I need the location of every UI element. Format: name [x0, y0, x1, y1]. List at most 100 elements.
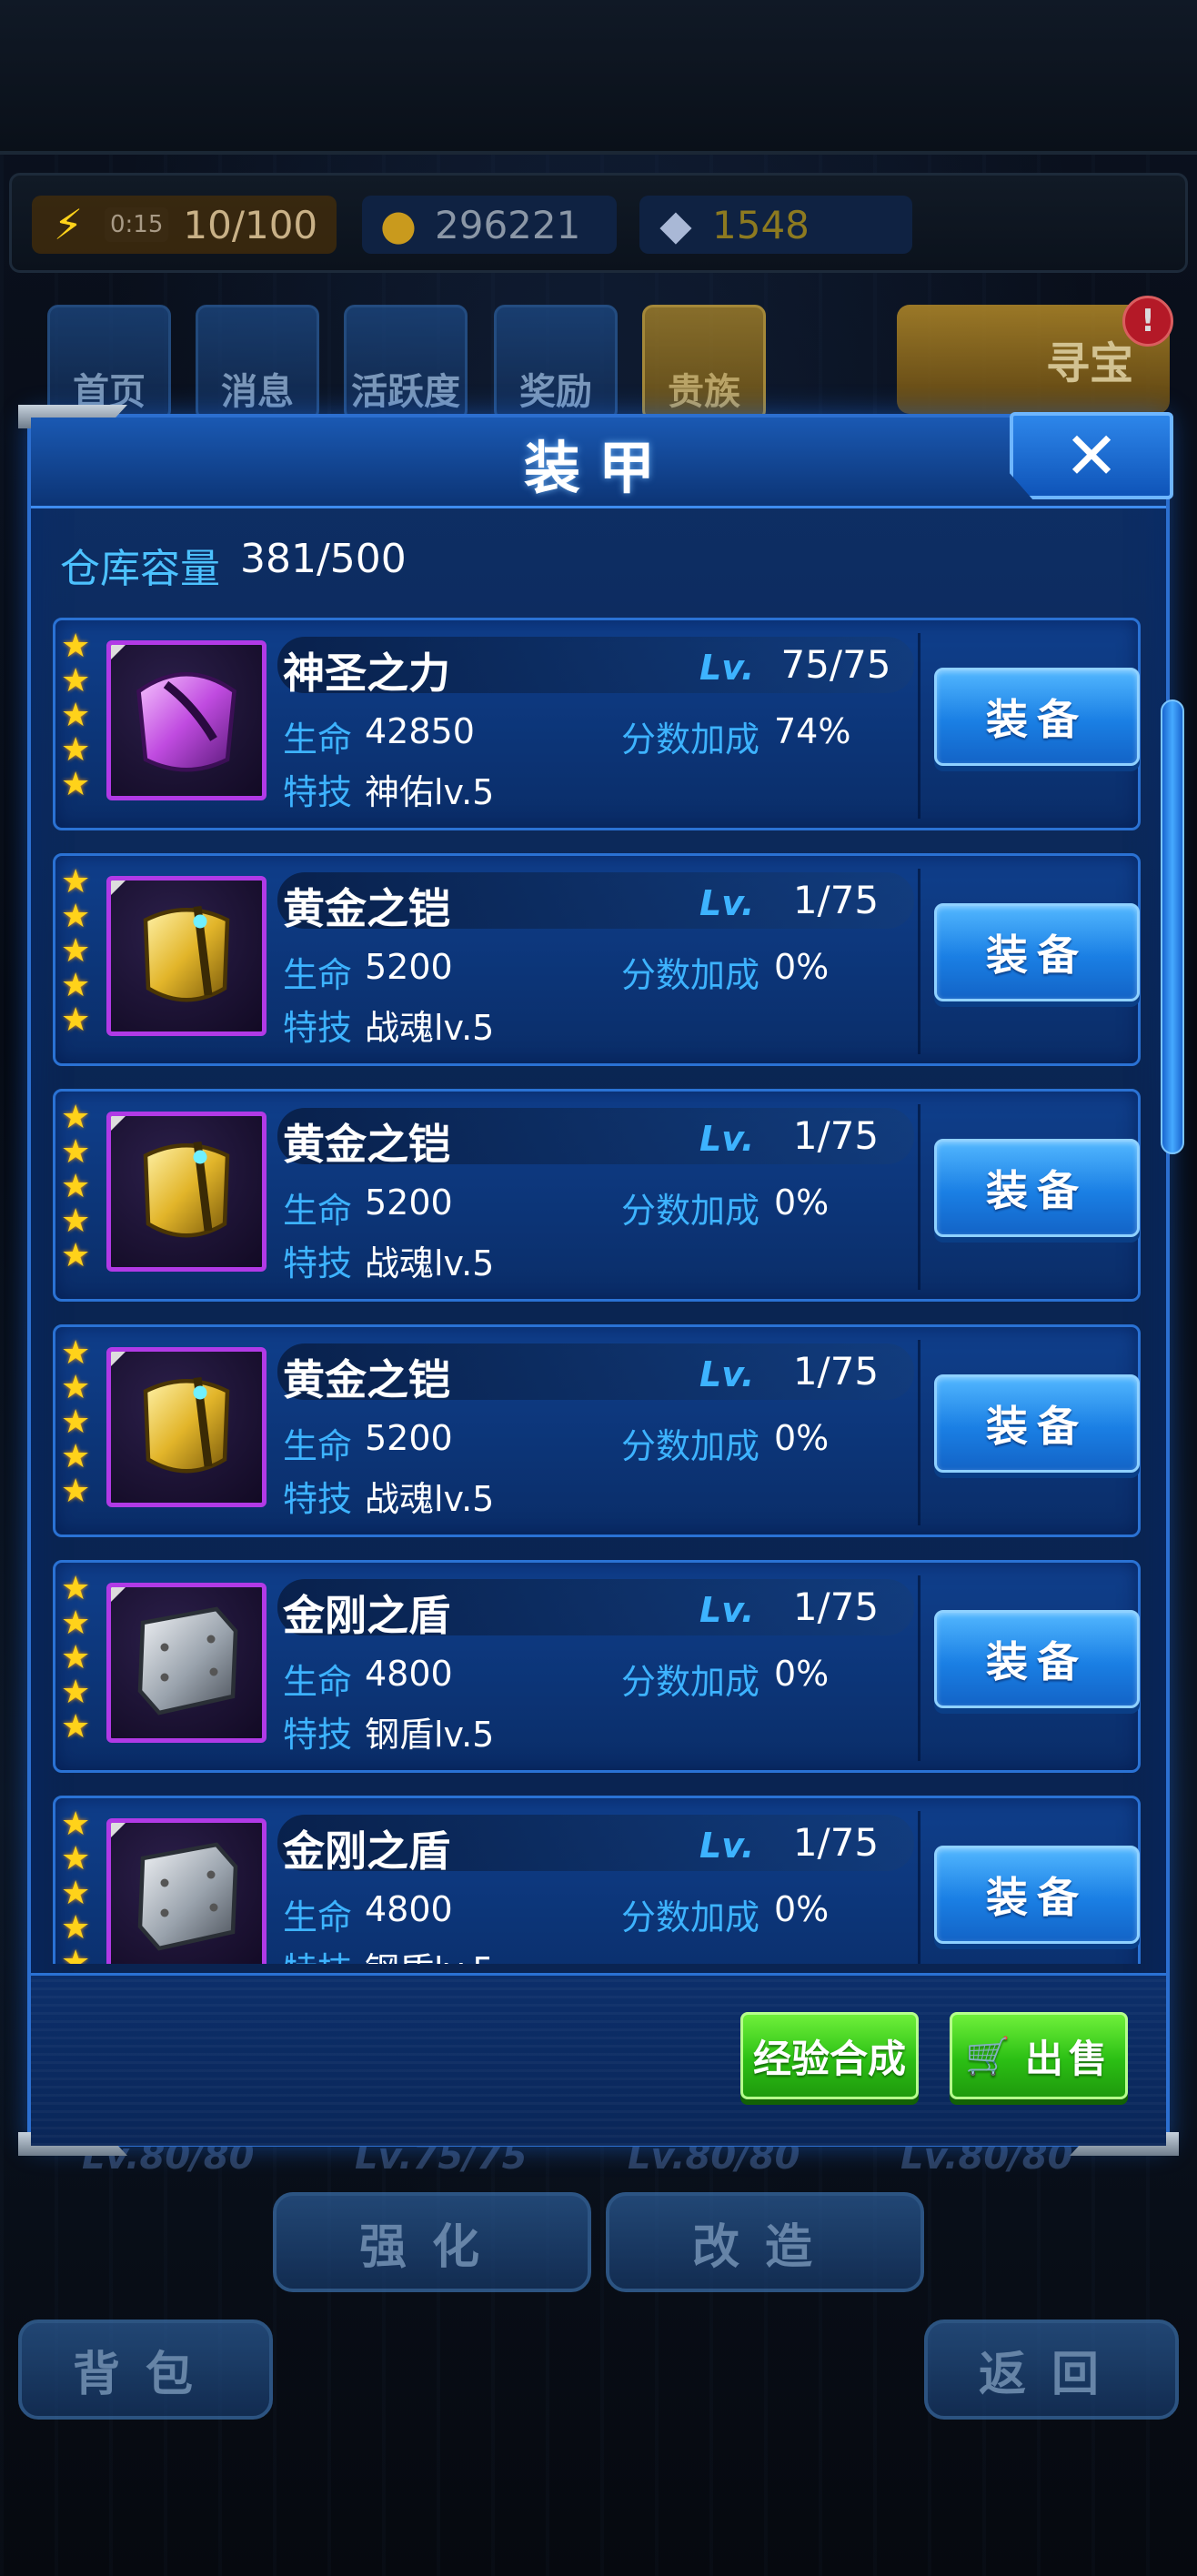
- equip-button[interactable]: 装备: [934, 668, 1140, 766]
- hp-label: 生命: [283, 1897, 353, 1937]
- energy-resource[interactable]: ⚡ 0:15 10/100: [32, 196, 337, 254]
- star-rating: ★ ★ ★ ★ ★: [61, 1101, 97, 1273]
- level-label: Lv.: [699, 1590, 755, 1630]
- treasure-label: 寻宝: [1045, 338, 1133, 389]
- sell-button[interactable]: 🛒 出售: [950, 2012, 1128, 2099]
- nav-home[interactable]: 首页: [47, 305, 171, 421]
- gem-value: 1548: [712, 202, 810, 247]
- enhance-button[interactable]: 强化: [273, 2192, 591, 2292]
- skill-label: 特技: [283, 1942, 352, 1964]
- score-bonus-value: 0%: [774, 1182, 830, 1223]
- skill-value: 战魂lv.5: [365, 1243, 495, 1283]
- nav-rewards[interactable]: 奖励: [494, 305, 618, 421]
- armor-thumbnail[interactable]: [106, 1818, 267, 1964]
- resource-bar: ⚡ 0:15 10/100 ● 296221 ◆ 1548: [9, 173, 1188, 273]
- equip-button[interactable]: 装备: [934, 1374, 1140, 1473]
- backpack-button[interactable]: 背包: [18, 2319, 273, 2420]
- star-icon: ★: [61, 1639, 91, 1676]
- hp-label: 生命: [283, 1191, 353, 1231]
- star-icon: ★: [61, 1840, 91, 1877]
- thumbnail-corner: [111, 1823, 126, 1837]
- score-bonus-label: 分数加成: [621, 955, 760, 995]
- armor-thumbnail[interactable]: [106, 640, 267, 800]
- star-icon: ★: [61, 766, 91, 803]
- gold-armor-icon: [118, 1122, 255, 1262]
- exp-synthesis-button[interactable]: 经验合成: [740, 2012, 919, 2099]
- gem-resource[interactable]: ◆ 1548: [639, 196, 912, 254]
- purple-armor-icon: [118, 650, 255, 790]
- star-rating: ★ ★ ★ ★ ★: [61, 1807, 97, 1965]
- armor-thumbnail[interactable]: [106, 1112, 267, 1272]
- hp-value: 5200: [365, 947, 453, 987]
- level-label: Lv.: [699, 1119, 755, 1159]
- level-label: Lv.: [699, 883, 755, 923]
- score-bonus-label: 分数加成: [621, 1897, 760, 1937]
- score-bonus-label: 分数加成: [621, 719, 760, 760]
- top-nav: 首页 消息 活跃度 奖励 贵族 寻宝 !: [0, 296, 1197, 423]
- star-icon: ★: [61, 863, 91, 901]
- skill-value: 钢盾lv.5: [365, 1942, 494, 1964]
- storage-capacity: 仓库容量 381/500: [60, 536, 407, 594]
- skill-value: 神佑lv.5: [365, 772, 495, 812]
- thumbnail-corner: [111, 645, 126, 659]
- scrollbar[interactable]: [1161, 699, 1186, 1927]
- gold-value: 296221: [435, 202, 581, 247]
- equip-button[interactable]: 装备: [934, 1610, 1140, 1708]
- modal-title: 装甲: [523, 435, 673, 501]
- armor-thumbnail[interactable]: [106, 1583, 267, 1743]
- divider: [918, 1811, 920, 1964]
- modify-button[interactable]: 改造: [606, 2192, 924, 2292]
- star-icon: ★: [61, 697, 91, 734]
- star-icon: ★: [61, 662, 91, 699]
- nav-nobility[interactable]: 贵族: [642, 305, 766, 421]
- star-icon: ★: [61, 1473, 91, 1510]
- nav-activity[interactable]: 活跃度: [344, 305, 468, 421]
- star-icon: ★: [61, 1237, 91, 1274]
- star-icon: ★: [61, 1438, 91, 1475]
- treasure-button[interactable]: 寻宝 !: [897, 296, 1173, 414]
- energy-value: 10/100: [183, 202, 318, 247]
- level-value: 1/75: [792, 878, 880, 922]
- score-bonus-label: 分数加成: [621, 1662, 760, 1702]
- star-icon: ★: [61, 628, 91, 665]
- close-icon: ✕: [1063, 418, 1120, 494]
- armor-thumbnail[interactable]: [106, 876, 267, 1036]
- star-rating: ★ ★ ★ ★ ★: [61, 629, 97, 802]
- level-value: 1/75: [792, 1585, 880, 1629]
- equip-button[interactable]: 装备: [934, 903, 1140, 1001]
- close-button[interactable]: ✕: [1010, 412, 1173, 499]
- score-bonus-value: 0%: [774, 947, 830, 987]
- skill-label: 特技: [283, 1008, 353, 1048]
- capacity-value: 381/500: [240, 536, 407, 582]
- thumbnail-corner: [111, 1587, 126, 1602]
- level-label: Lv.: [699, 1826, 755, 1866]
- level-value: 1/75: [792, 1113, 880, 1158]
- nav-messages[interactable]: 消息: [196, 305, 319, 421]
- thumbnail-corner: [111, 1116, 126, 1131]
- divider: [918, 1575, 920, 1761]
- return-button[interactable]: 返回: [924, 2319, 1179, 2420]
- divider: [918, 869, 920, 1054]
- score-bonus-label: 分数加成: [621, 1191, 760, 1231]
- armor-thumbnail[interactable]: [106, 1347, 267, 1507]
- hp-label: 生命: [283, 955, 353, 995]
- star-icon: ★: [61, 1674, 91, 1711]
- star-icon: ★: [61, 1708, 91, 1746]
- modal-footer: 经验合成 🛒 出售: [31, 1973, 1166, 2146]
- armor-name: 神圣之力: [283, 649, 450, 698]
- star-icon: ★: [61, 1944, 91, 1965]
- level-label: Lv.: [699, 648, 755, 688]
- score-bonus-value: 74%: [774, 711, 851, 751]
- level-value: 75/75: [780, 642, 891, 687]
- armor-list[interactable]: ★ ★ ★ ★ ★ 神圣之力 Lv. 75/75 生命 42850 分数加成 74% 特…: [53, 618, 1141, 1964]
- skill-label: 特技: [283, 1243, 353, 1283]
- armor-name: 黄金之铠: [283, 1120, 450, 1169]
- star-rating: ★ ★ ★ ★ ★: [61, 865, 97, 1038]
- equip-button[interactable]: 装备: [934, 1139, 1140, 1237]
- top-banner: [0, 0, 1197, 155]
- scrollbar-thumb[interactable]: [1161, 699, 1184, 1154]
- gold-resource[interactable]: ● 296221: [362, 196, 617, 254]
- armor-item-5: ★ ★ ★ ★ ★ 金刚之盾 Lv. 1/75 生命 4800 分数加成 0% 特技 钢…: [53, 1560, 1141, 1773]
- star-icon: ★: [61, 1909, 91, 1947]
- equip-button[interactable]: 装备: [934, 1846, 1140, 1944]
